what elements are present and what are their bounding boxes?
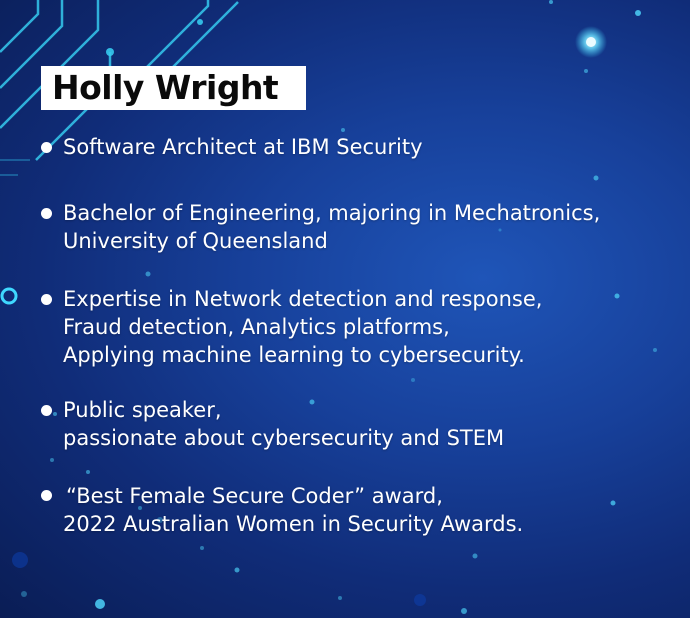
bullet-text-line: Bachelor of Engineering, majoring in Mec…: [63, 201, 601, 225]
bullet-text-line: Applying machine learning to cybersecuri…: [63, 343, 525, 367]
bullet-text-line: Fraud detection, Analytics platforms,: [63, 315, 450, 339]
bullet-text-line: passionate about cybersecurity and STEM: [63, 426, 505, 450]
bullet-text-line: Public speaker,: [63, 398, 222, 422]
bullet-dot-icon: [41, 294, 52, 305]
bullet-dot-icon: [41, 490, 52, 501]
bullet-text-line: Expertise in Network detection and respo…: [63, 287, 543, 311]
bullet-text-line: Software Architect at IBM Security: [63, 135, 423, 159]
bullet-text-line: 2022 Australian Women in Security Awards…: [63, 512, 524, 536]
bullet-text-line: “Best Female Secure Coder” award,: [66, 484, 443, 508]
bullet-text-line: University of Queensland: [63, 229, 328, 253]
bio-bullet-list: Software Architect at IBM Security Bache…: [0, 0, 690, 618]
bullet-dot-icon: [41, 208, 52, 219]
bullet-dot-icon: [41, 142, 52, 153]
bullet-dot-icon: [41, 405, 52, 416]
